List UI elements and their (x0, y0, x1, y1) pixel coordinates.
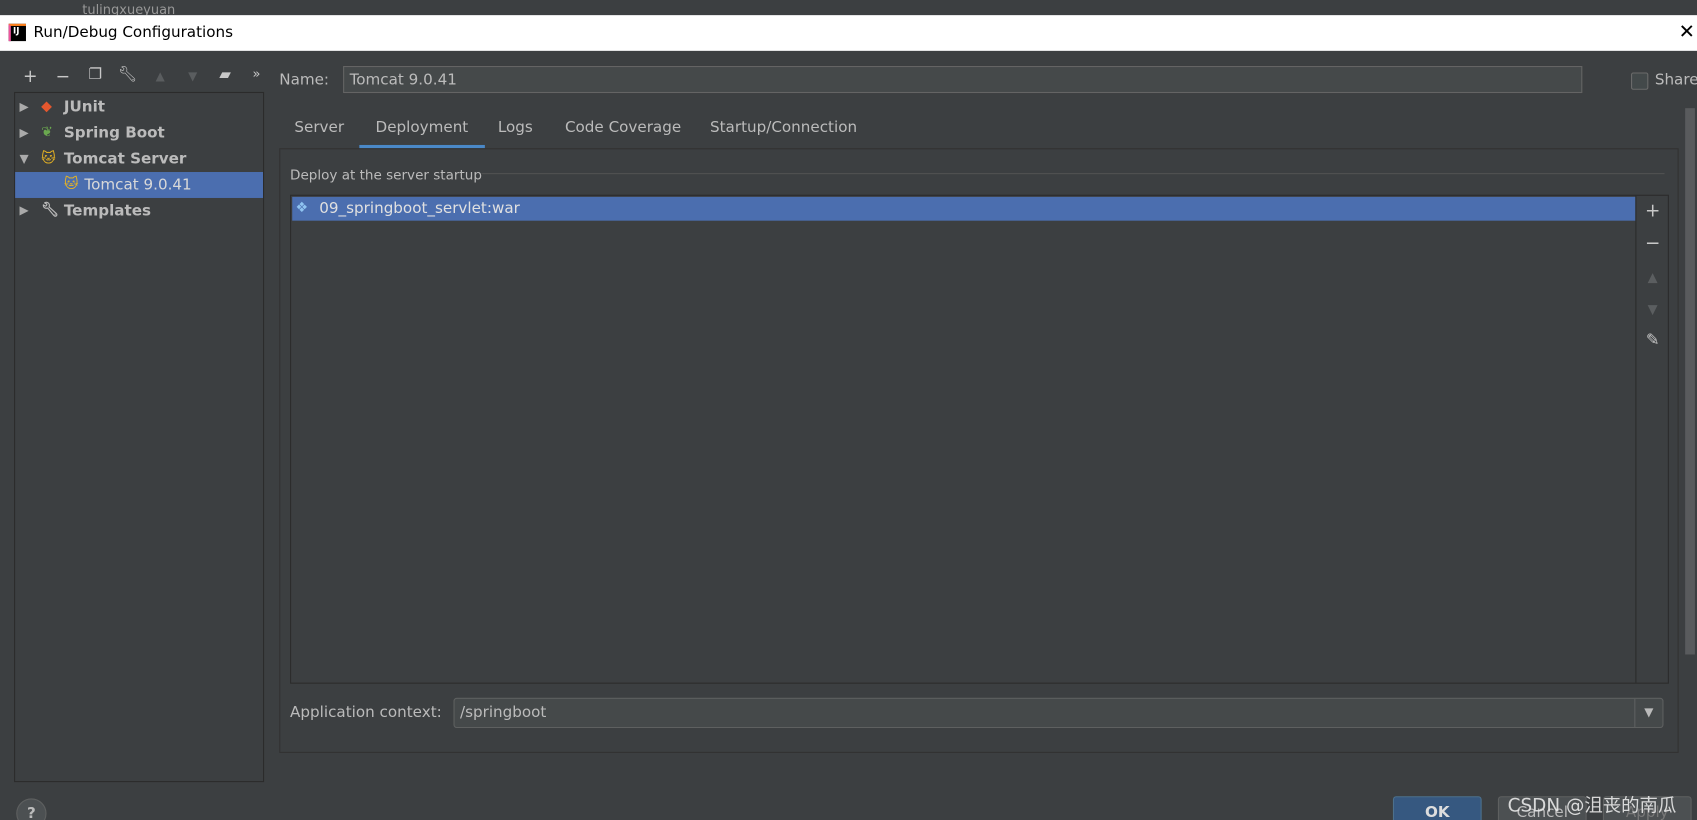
expand-arrow-icon[interactable]: ▶ (19, 94, 28, 120)
expand-arrow-icon[interactable]: ▶ (19, 198, 28, 224)
run-debug-configurations-dialog: tulingxueyuan IJ Run/Debug Configuration… (0, 0, 1697, 820)
wrench-icon: 🔧︎ (41, 202, 60, 219)
wrench-icon[interactable]: 🔧︎ (117, 66, 139, 83)
tab-deployment[interactable]: Deployment (359, 118, 485, 149)
move-down-icon[interactable]: ▼ (1636, 302, 1668, 317)
application-context-value[interactable]: /springboot (460, 704, 546, 721)
add-icon[interactable]: + (19, 66, 41, 87)
tree-item-junit[interactable]: ▶ ◆ JUnit (15, 94, 263, 120)
more-icon[interactable]: » (246, 66, 268, 81)
application-context-combo[interactable]: /springboot ▼ (453, 697, 1664, 729)
share-checkbox[interactable] (1631, 72, 1649, 90)
expand-arrow-icon[interactable]: ▶ (19, 120, 28, 146)
scrollbar[interactable] (1685, 108, 1695, 655)
intellij-icon: IJ (8, 23, 26, 42)
configuration-tree: ▶ ◆ JUnit ▶ ❦ Spring Boot ▼ 🐱︎ Tomcat Se… (14, 91, 265, 783)
tab-code-coverage[interactable]: Code Coverage (549, 118, 698, 148)
chevron-down-icon[interactable]: ▼ (1634, 698, 1662, 727)
edit-pencil-icon[interactable]: ✎ (1636, 330, 1668, 349)
copy-icon[interactable]: ❐ (84, 66, 106, 83)
close-icon[interactable]: ✕ (1679, 21, 1695, 44)
add-icon[interactable]: + (1636, 200, 1668, 222)
spring-boot-icon: ❦ (41, 124, 53, 141)
move-down-icon[interactable]: ▼ (182, 69, 204, 83)
collapse-arrow-icon[interactable]: ▼ (19, 146, 28, 172)
divider (481, 173, 1665, 175)
junit-icon: ◆ (41, 98, 52, 115)
help-button[interactable]: ? (16, 798, 47, 820)
remove-icon[interactable]: − (1636, 233, 1668, 255)
move-up-icon[interactable]: ▲ (1636, 269, 1668, 284)
name-label: Name: (279, 71, 330, 89)
share-label[interactable]: Share (1655, 71, 1697, 88)
artifact-icon: ❖ (295, 200, 309, 217)
section-title: Deploy at the server startup (290, 166, 482, 183)
list-item[interactable]: ❖ 09_springboot_servlet:war (292, 196, 1636, 221)
ok-button[interactable]: OK (1392, 796, 1482, 820)
tree-item-spring-boot[interactable]: ▶ ❦ Spring Boot (15, 120, 263, 146)
tab-logs[interactable]: Logs (482, 118, 549, 148)
artifact-list: ❖ 09_springboot_servlet:war + − ▲ ▼ ✎ (290, 194, 1669, 684)
project-folder-label: tulingxueyuan (82, 2, 176, 16)
tomcat-icon: 🐱︎ (63, 176, 79, 193)
tree-item-tomcat-server[interactable]: ▼ 🐱︎ Tomcat Server (15, 146, 263, 172)
tree-item-tomcat-9-0-41[interactable]: 🐱︎ Tomcat 9.0.41 (15, 172, 263, 198)
tomcat-icon: 🐱︎ (41, 150, 56, 167)
tree-item-templates[interactable]: ▶ 🔧︎ Templates (15, 198, 263, 224)
list-toolbar: + − ▲ ▼ ✎ (1635, 195, 1669, 683)
tab-startup-connection[interactable]: Startup/Connection (694, 118, 874, 148)
watermark: CSDN @沮丧的南瓜 (1507, 795, 1677, 817)
name-input[interactable] (343, 65, 1583, 94)
background-ide-strip: tulingxueyuan (0, 0, 1697, 16)
window-title: Run/Debug Configurations (33, 23, 234, 42)
tab-server[interactable]: Server (278, 118, 360, 148)
move-up-icon[interactable]: ▲ (149, 69, 171, 83)
new-folder-icon[interactable]: ▰ (214, 66, 236, 83)
remove-icon[interactable]: − (52, 66, 74, 87)
application-context-label: Application context: (290, 704, 442, 722)
title-bar: IJ Run/Debug Configurations ✕ (0, 15, 1697, 51)
